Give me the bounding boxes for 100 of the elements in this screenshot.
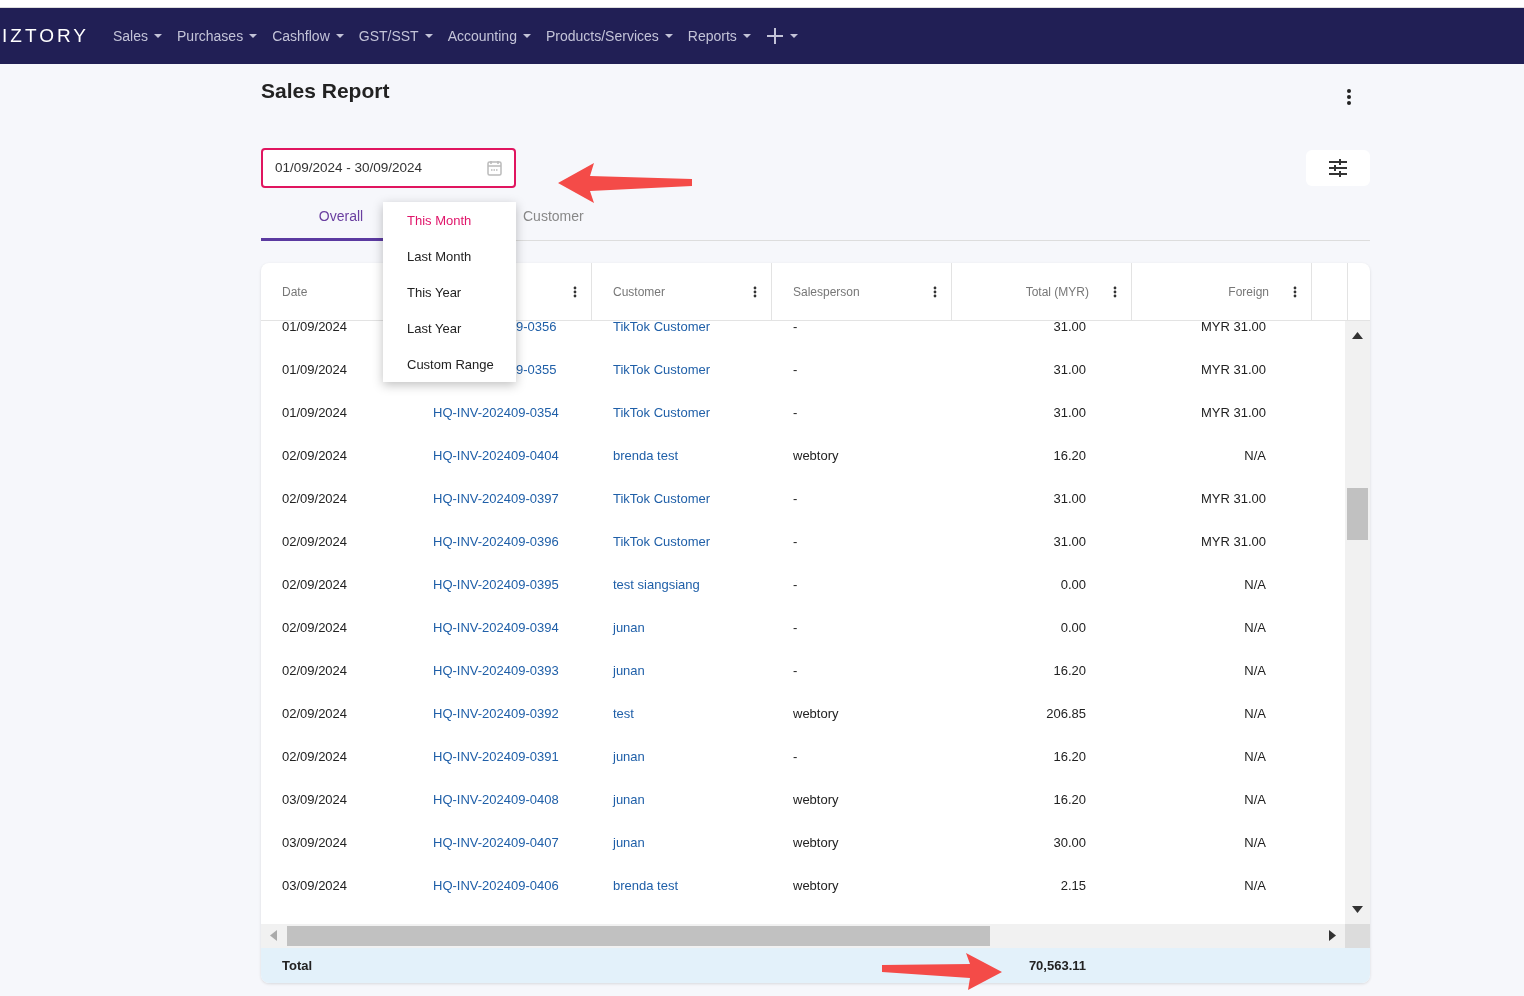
column-title: Foreign bbox=[1227, 283, 1269, 301]
customer-link[interactable]: TikTok Customer bbox=[613, 533, 711, 549]
invoice-link[interactable]: HQ-INV-202409-0406 bbox=[433, 877, 559, 893]
foreign-cell: N/A bbox=[1244, 791, 1266, 807]
salesperson-cell: - bbox=[793, 361, 798, 377]
invoice-link[interactable]: HQ-INV-202409-0407 bbox=[433, 834, 559, 850]
invoice-link[interactable]: 9-0356 bbox=[516, 321, 557, 334]
invoice-link[interactable]: HQ-INV-202409-0392 bbox=[433, 705, 559, 721]
date-cell: 02/09/2024 bbox=[282, 447, 348, 463]
caret-icon bbox=[154, 34, 162, 38]
invoice-link[interactable]: HQ-INV-202409-0393 bbox=[433, 662, 559, 678]
customer-link[interactable]: junan bbox=[613, 834, 645, 850]
caret-icon bbox=[424, 34, 433, 38]
customer-link[interactable]: junan bbox=[613, 791, 645, 807]
date-cell: 02/09/2024 bbox=[282, 619, 348, 635]
nav-menu[interactable]: Accounting bbox=[447, 25, 531, 47]
date-range-field[interactable]: 01/09/2024 - 30/09/2024 bbox=[261, 148, 516, 188]
customer-link[interactable]: TikTok Customer bbox=[613, 490, 711, 506]
date-cell: 02/09/2024 bbox=[282, 490, 348, 506]
column-menu-icon[interactable] bbox=[573, 285, 577, 298]
scrollbar-thumb[interactable] bbox=[1347, 488, 1368, 540]
total-label: Total bbox=[281, 956, 314, 975]
scroll-up-icon[interactable] bbox=[1352, 332, 1363, 339]
column-menu-icon[interactable] bbox=[1293, 285, 1297, 298]
total-cell: 2.15 bbox=[1060, 877, 1086, 893]
menu-item[interactable]: Custom Range bbox=[383, 346, 516, 382]
date-cell: 01/09/2024 bbox=[282, 321, 348, 334]
total-cell: 0.00 bbox=[1060, 576, 1086, 592]
menu-item[interactable]: This Year bbox=[383, 274, 516, 310]
foreign-cell: MYR 31.00 bbox=[1200, 490, 1266, 506]
invoice-link[interactable]: 9-0355 bbox=[516, 361, 557, 377]
column-menu-icon[interactable] bbox=[1113, 285, 1117, 298]
total-cell: 31.00 bbox=[1053, 321, 1086, 334]
add-menu-button[interactable] bbox=[765, 27, 798, 45]
menu-item[interactable]: Last Year bbox=[383, 310, 516, 346]
column-menu-icon[interactable] bbox=[753, 285, 757, 298]
scroll-down-icon[interactable] bbox=[1352, 906, 1363, 913]
logo[interactable]: IZTORY bbox=[0, 21, 89, 51]
caret-icon bbox=[664, 34, 673, 38]
nav-menu[interactable]: Sales bbox=[113, 25, 162, 47]
salesperson-cell: - bbox=[793, 533, 798, 549]
page-title: Sales Report bbox=[261, 78, 390, 104]
nav-menu[interactable]: Cashflow bbox=[272, 25, 344, 47]
filter-button[interactable] bbox=[1306, 150, 1370, 186]
menu-item[interactable]: This Month bbox=[383, 202, 516, 238]
total-cell: 0.00 bbox=[1060, 619, 1086, 635]
customer-link[interactable]: TikTok Customer bbox=[613, 361, 711, 377]
column-title: Salesperson bbox=[793, 283, 861, 301]
scrollbar-thumb[interactable] bbox=[287, 926, 990, 946]
scrollbar-corner bbox=[1345, 924, 1370, 948]
invoice-link[interactable]: HQ-INV-202409-0391 bbox=[433, 748, 559, 764]
sliders-icon bbox=[1328, 159, 1348, 177]
total-cell: 31.00 bbox=[1053, 533, 1086, 549]
customer-link[interactable]: TikTok Customer bbox=[613, 404, 711, 420]
customer-link[interactable]: test bbox=[613, 705, 634, 721]
customer-link[interactable]: brenda test bbox=[613, 877, 679, 893]
column-menu-icon[interactable] bbox=[933, 285, 937, 298]
nav-menu[interactable]: Purchases bbox=[177, 25, 258, 47]
invoice-link[interactable]: HQ-INV-202409-0395 bbox=[433, 576, 559, 592]
foreign-cell: MYR 31.00 bbox=[1200, 404, 1266, 420]
salesperson-cell: - bbox=[793, 748, 798, 764]
customer-link[interactable]: brenda test bbox=[613, 447, 679, 463]
nav-menu[interactable]: Products/Services bbox=[545, 25, 673, 47]
invoice-link[interactable]: HQ-INV-202409-0397 bbox=[433, 490, 559, 506]
nav-menu[interactable]: Reports bbox=[687, 25, 751, 47]
customer-link[interactable]: junan bbox=[613, 619, 645, 635]
foreign-cell: N/A bbox=[1244, 834, 1266, 850]
invoice-link[interactable]: HQ-INV-202409-0396 bbox=[433, 533, 559, 549]
customer-link[interactable]: junan bbox=[613, 662, 645, 678]
menu-item[interactable]: Last Month bbox=[383, 238, 516, 274]
foreign-cell: N/A bbox=[1244, 877, 1266, 893]
more-options-icon[interactable] bbox=[1346, 88, 1352, 106]
invoice-link[interactable]: HQ-INV-202409-0394 bbox=[433, 619, 559, 635]
customer-link[interactable]: TikTok Customer bbox=[613, 321, 711, 334]
salesperson-cell: webtory bbox=[793, 705, 839, 721]
plus-icon bbox=[765, 27, 784, 45]
salesperson-cell: - bbox=[793, 404, 798, 420]
caret-icon bbox=[522, 34, 531, 38]
invoice-link[interactable]: HQ-INV-202409-0404 bbox=[433, 447, 559, 463]
caret-icon bbox=[789, 34, 798, 38]
total-cell: 30.00 bbox=[1053, 834, 1086, 850]
salesperson-cell: webtory bbox=[793, 791, 839, 807]
column-title: Date bbox=[282, 283, 309, 301]
salesperson-cell: webtory bbox=[793, 877, 839, 893]
salesperson-cell: - bbox=[793, 321, 798, 334]
nav-menu[interactable]: GST/SST bbox=[358, 25, 433, 47]
date-cell: 01/09/2024 bbox=[282, 404, 348, 420]
salesperson-cell: - bbox=[793, 576, 798, 592]
vertical-scrollbar[interactable] bbox=[1345, 321, 1370, 924]
scroll-right-icon[interactable] bbox=[1329, 930, 1336, 941]
invoice-link[interactable]: HQ-INV-202409-0354 bbox=[433, 404, 559, 420]
foreign-cell: MYR 31.00 bbox=[1200, 533, 1266, 549]
column-title: Total (MYR) bbox=[1024, 283, 1089, 301]
customer-link[interactable]: junan bbox=[613, 748, 645, 764]
column-title: Customer bbox=[613, 283, 666, 301]
total-cell: 16.20 bbox=[1053, 662, 1086, 678]
invoice-link[interactable]: HQ-INV-202409-0408 bbox=[433, 791, 559, 807]
customer-link[interactable]: test siangsiang bbox=[613, 576, 700, 592]
calendar-icon bbox=[487, 160, 502, 176]
date-cell: 02/09/2024 bbox=[282, 662, 348, 678]
